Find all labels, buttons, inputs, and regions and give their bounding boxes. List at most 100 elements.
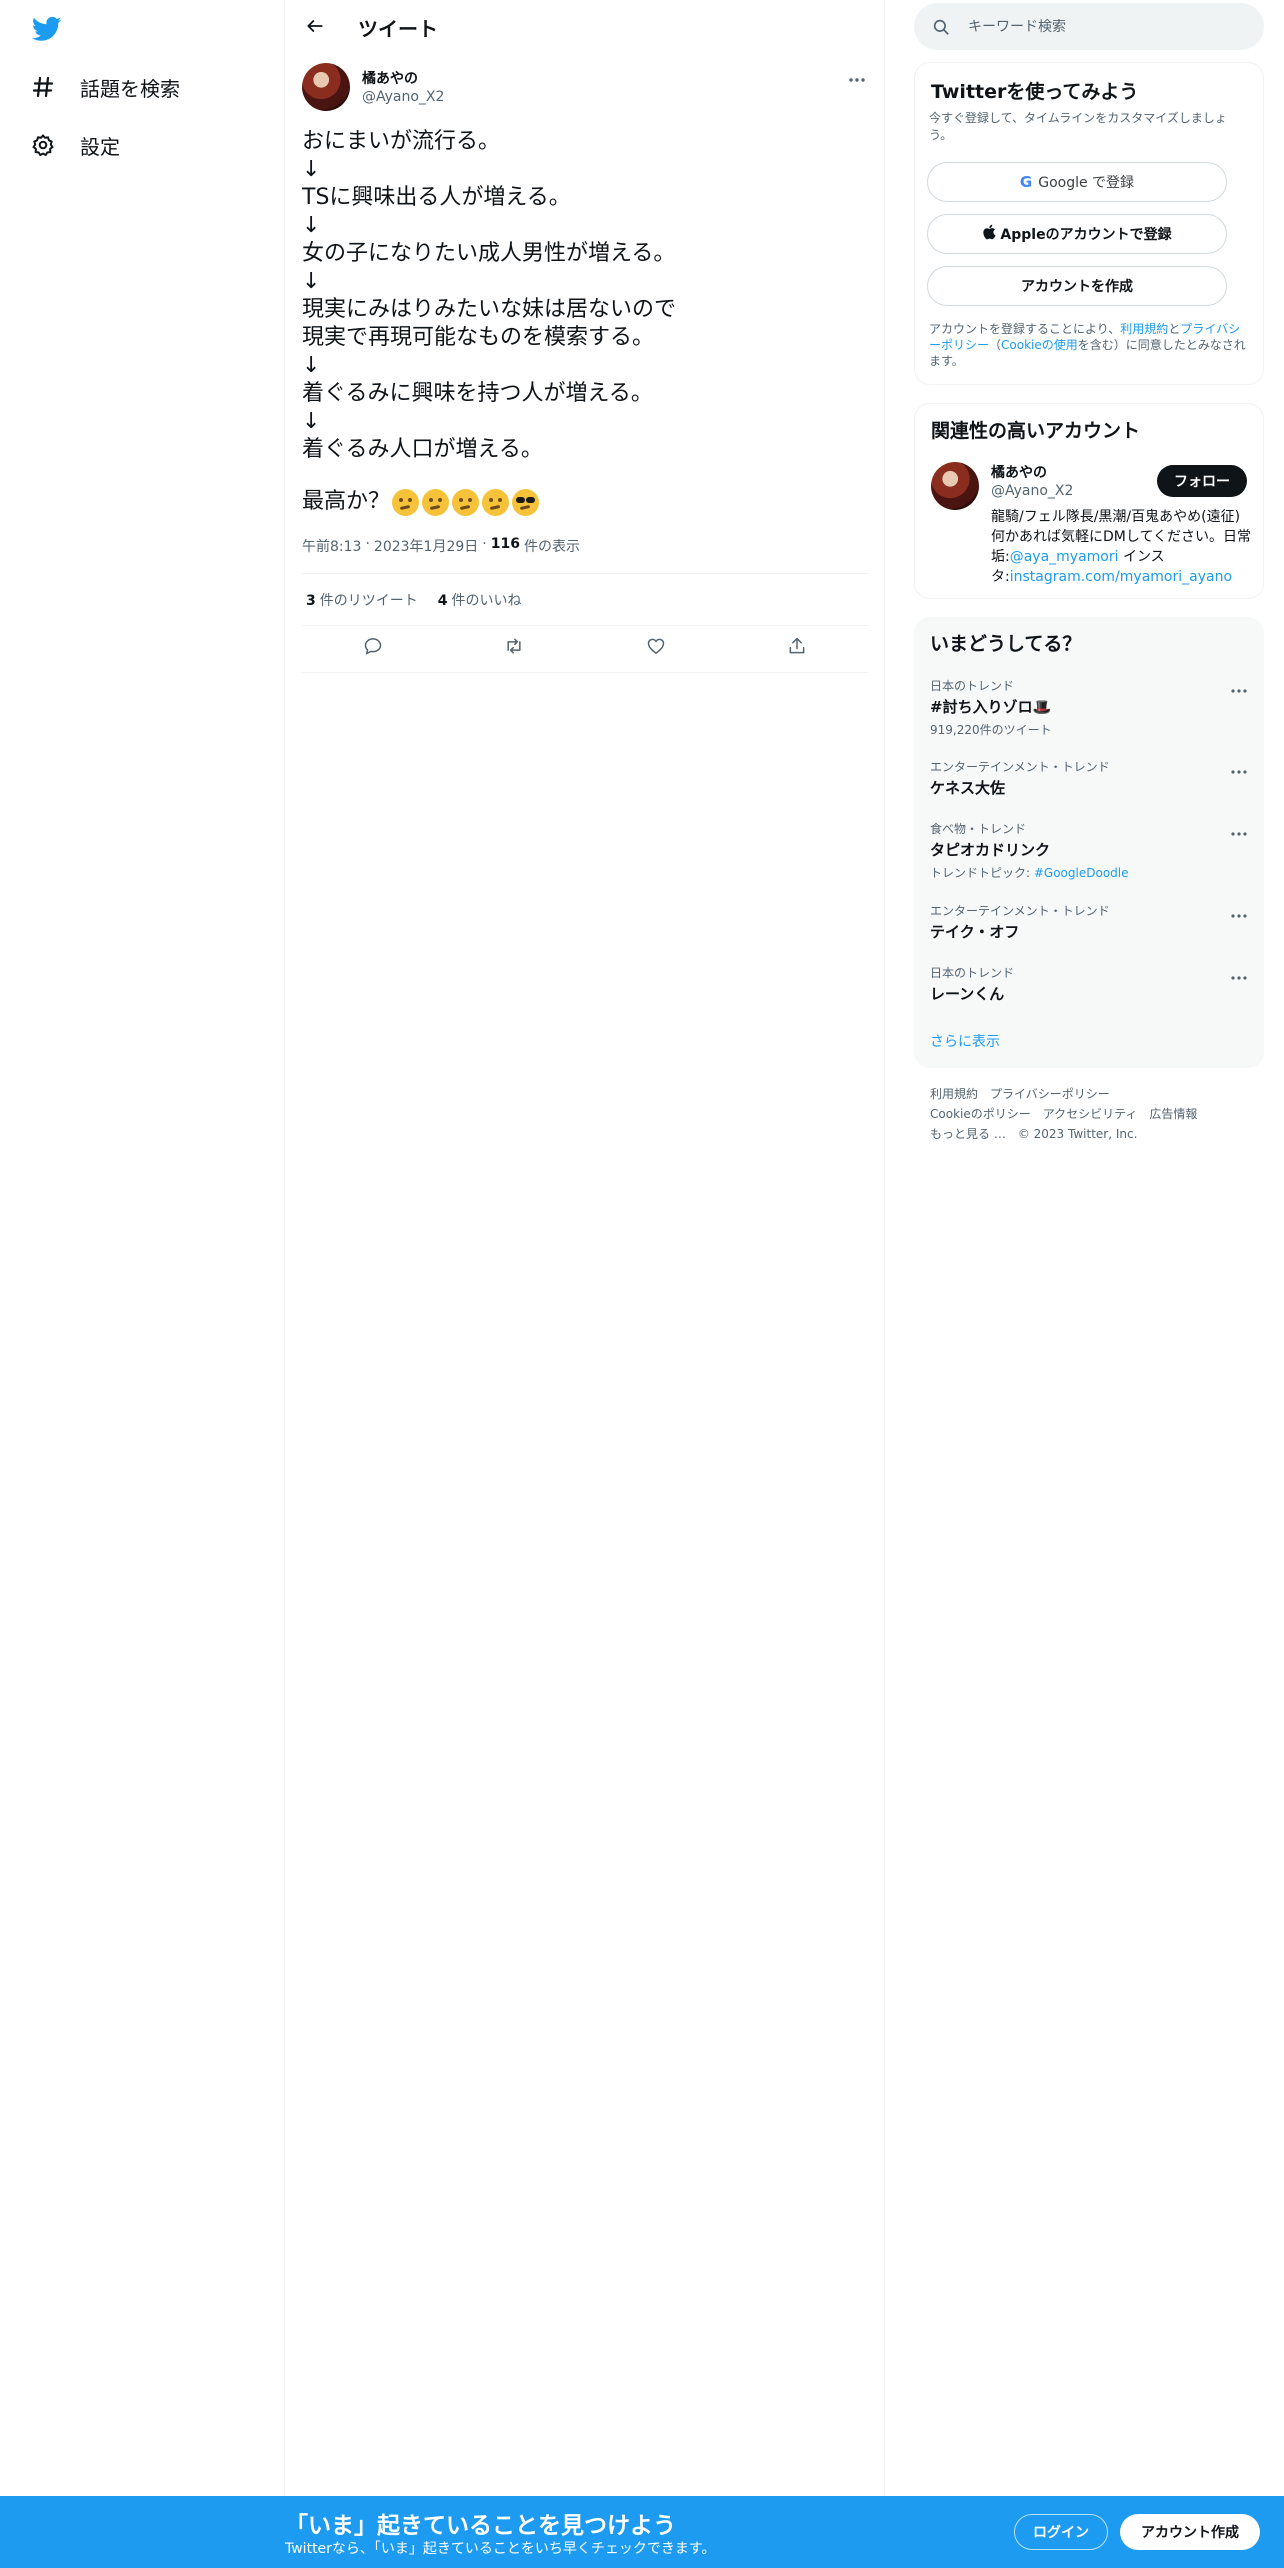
more-dots-icon	[1231, 965, 1247, 984]
search-bar[interactable]	[914, 3, 1264, 50]
signup-legal-text: アカウントを登録することにより、利用規約とプライバシーポリシー（Cookieの使…	[929, 321, 1249, 369]
trend-name: レーンくん	[930, 985, 1005, 1003]
like-button[interactable]	[639, 631, 673, 665]
relevant-bio: 龍騎/フェル隊長/黒潮/百鬼あやめ(遠征)何かあれば気軽にDMしてください。日常…	[991, 507, 1253, 587]
bottom-bar-subtitle: Twitterなら、「いま」起きていることをいち早くチェックできます。	[285, 2541, 716, 2557]
back-button[interactable]	[299, 12, 331, 44]
trend-name: #討ち入りゾロ🎩	[930, 698, 1052, 716]
trend-item[interactable]: 日本のトレンド レーンくん	[930, 964, 1250, 1004]
trend-name: ケネス大佐	[930, 779, 1006, 797]
trend-sub: 919,220件のツイート	[930, 723, 1052, 737]
tweet-date[interactable]: 2023年1月29日	[374, 536, 478, 556]
footer-privacy-link[interactable]: プライバシーポリシー	[990, 1087, 1110, 1101]
trends-title: いまどうしてる？	[930, 633, 1082, 655]
trend-item[interactable]: 食べ物・トレンド タピオカドリンク トレンドトピック: #GoogleDoodl…	[930, 820, 1250, 881]
main-column: ツイート 橘あやの @Ayano_X2 おにまいが流行る。 ↓ TSに興味出る人…	[285, 0, 885, 2496]
reply-icon	[363, 636, 383, 660]
retweets-count: 3	[306, 593, 316, 609]
author-avatar[interactable]	[302, 63, 350, 111]
author-name[interactable]: 橘あやの	[362, 68, 418, 88]
tweet-text: おにまいが流行る。 ↓ TSに興味出る人が増える。 ↓ 女の子になりたい成人男性…	[302, 128, 862, 516]
trend-sub: トレンドトピック: #GoogleDoodle	[930, 864, 1250, 881]
thinking-face-emoji	[392, 488, 420, 516]
signup-subtitle: 今すぐ登録して、タイムラインをカスタマイズしましょう。	[929, 111, 1227, 142]
tweet-stats: 3 件のリツイート 4 件のいいね	[306, 590, 522, 610]
bio-link-instagram[interactable]: instagram.com/myamori_ayano	[1010, 569, 1232, 585]
trend-context: エンターテインメント・トレンド	[930, 904, 1110, 918]
trend-item[interactable]: エンターテインメント・トレンド ケネス大佐	[930, 758, 1250, 798]
footer-terms-link[interactable]: 利用規約	[930, 1087, 978, 1101]
relevant-handle[interactable]: @Ayano_X2	[991, 483, 1073, 499]
nav-item-label: 設定	[80, 134, 120, 159]
author-handle[interactable]: @Ayano_X2	[362, 89, 444, 105]
terms-link[interactable]: 利用規約	[1120, 322, 1168, 336]
relevant-avatar[interactable]	[931, 462, 979, 510]
arrow-left-icon	[305, 16, 325, 40]
bio-link-daily[interactable]: @aya_myamori	[1010, 549, 1119, 565]
trend-sub-link[interactable]: #GoogleDoodle	[1034, 866, 1129, 880]
trend-name: テイク・オフ	[930, 923, 1020, 941]
likes-stat[interactable]: 4 件のいいね	[438, 590, 522, 610]
trend-more-button[interactable]	[1228, 964, 1250, 984]
likes-count: 4	[437, 593, 448, 609]
retweets-stat[interactable]: 3 件のリツイート	[306, 590, 418, 610]
heart-icon	[646, 636, 666, 660]
tweet-closing-line: 最高か？	[302, 488, 862, 516]
trend-context: 食べ物・トレンド	[930, 822, 1027, 836]
create-account-button[interactable]: アカウントを作成	[927, 266, 1227, 306]
likes-label: 件のいいね	[451, 593, 522, 609]
thinking-face-emoji	[452, 488, 480, 516]
trend-more-button[interactable]	[1228, 758, 1250, 778]
footer-accessibility-link[interactable]: アクセシビリティ	[1043, 1107, 1138, 1121]
nav-item-settings[interactable]: 設定	[30, 125, 120, 165]
google-signup-button[interactable]: G Google で登録	[927, 162, 1227, 202]
create-account-label: アカウントを作成	[1021, 279, 1133, 295]
tweet-time[interactable]: 午前8:13	[302, 536, 361, 556]
divider	[302, 672, 868, 673]
tweet-more-button[interactable]	[846, 66, 868, 88]
trend-more-button[interactable]	[1228, 677, 1250, 697]
tweet-line: ↓	[302, 353, 321, 378]
apple-icon	[982, 224, 996, 244]
share-button[interactable]	[780, 631, 814, 665]
tweet-action-bar	[302, 628, 868, 668]
follow-button[interactable]: フォロー	[1157, 465, 1247, 497]
legal-open: （	[989, 338, 1002, 352]
trend-more-button[interactable]	[1228, 820, 1250, 840]
search-input[interactable]	[968, 18, 1228, 35]
google-g-icon: G	[1019, 173, 1033, 191]
twitter-bird-icon[interactable]	[30, 14, 66, 44]
tweet-line: 現実にみはりみたいな妹は居ないので	[302, 297, 677, 322]
nav-item-label: 話題を検索	[80, 76, 180, 101]
bottom-signup-bar: 「いま」起きていることを見つけよう Twitterなら、「いま」起きていることを…	[0, 2496, 1284, 2568]
footer-links: 利用規約 プライバシーポリシー Cookieのポリシー アクセシビリティ 広告情報 も…	[930, 1084, 1250, 1144]
retweets-label: 件のリツイート	[319, 593, 418, 609]
show-more-link[interactable]: さらに表示	[930, 1031, 1000, 1051]
relevant-name[interactable]: 橘あやの	[991, 462, 1047, 482]
trend-item[interactable]: エンターテインメント・トレンド テイク・オフ	[930, 902, 1250, 942]
trend-more-button[interactable]	[1228, 902, 1250, 922]
nav-item-explore[interactable]: 話題を検索	[30, 67, 180, 107]
tweet-line: ↓	[302, 409, 321, 434]
tweet-line: 女の子になりたい成人男性が増える。	[302, 241, 676, 266]
footer-cookie-link[interactable]: Cookieのポリシー	[930, 1107, 1031, 1121]
tweet-views-count: 116	[490, 536, 520, 552]
apple-signup-button[interactable]: Appleのアカウントで登録	[927, 214, 1227, 254]
legal-and: と	[1168, 322, 1181, 336]
gear-icon	[30, 132, 56, 158]
trend-context: エンターテインメント・トレンド	[930, 760, 1110, 774]
cookie-link[interactable]: Cookieの使用	[1001, 338, 1078, 352]
legal-prefix: アカウントを登録することにより、	[929, 322, 1121, 336]
login-button[interactable]: ログイン	[1014, 2514, 1108, 2550]
reply-button[interactable]	[356, 631, 390, 665]
tweet-line: ↓	[302, 157, 321, 182]
thinking-face-emoji	[422, 488, 450, 516]
footer-ads-link[interactable]: 広告情報	[1149, 1107, 1197, 1121]
trend-item[interactable]: 日本のトレンド #討ち入りゾロ🎩 919,220件のツイート	[930, 677, 1250, 738]
trend-context: 日本のトレンド	[930, 679, 1015, 693]
footer-more-link[interactable]: もっと見る …	[930, 1127, 1006, 1141]
bottom-bar-title: 「いま」起きていることを見つけよう	[285, 2513, 676, 2539]
signup-button[interactable]: アカウント作成	[1120, 2514, 1260, 2550]
retweet-button[interactable]	[497, 631, 531, 665]
tweet-line: おにまいが流行る。	[302, 129, 501, 154]
